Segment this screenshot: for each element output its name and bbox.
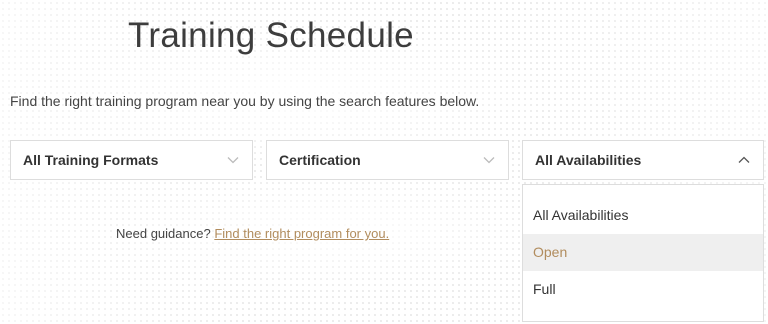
guidance-prompt: Need guidance?	[116, 226, 211, 241]
availability-option-open[interactable]: Open	[523, 234, 763, 271]
availability-option-all[interactable]: All Availabilities	[523, 197, 763, 234]
guidance-text: Need guidance? Find the right program fo…	[116, 226, 389, 241]
chevron-up-icon	[737, 153, 751, 167]
training-format-select[interactable]: All Training Formats	[10, 140, 253, 180]
find-program-link[interactable]: Find the right program for you.	[214, 226, 389, 241]
page-subtitle: Find the right training program near you…	[10, 93, 480, 109]
training-format-value: All Training Formats	[23, 152, 159, 168]
availability-value: All Availabilities	[535, 152, 642, 168]
availability-select[interactable]: All Availabilities	[522, 140, 764, 180]
page-title: Training Schedule	[128, 16, 414, 55]
certification-value: Certification	[279, 152, 361, 168]
chevron-down-icon	[226, 153, 240, 167]
availability-option-full[interactable]: Full	[523, 271, 763, 308]
certification-select[interactable]: Certification	[266, 140, 509, 180]
chevron-down-icon	[482, 153, 496, 167]
availability-dropdown-menu: All Availabilities Open Full	[522, 184, 764, 322]
